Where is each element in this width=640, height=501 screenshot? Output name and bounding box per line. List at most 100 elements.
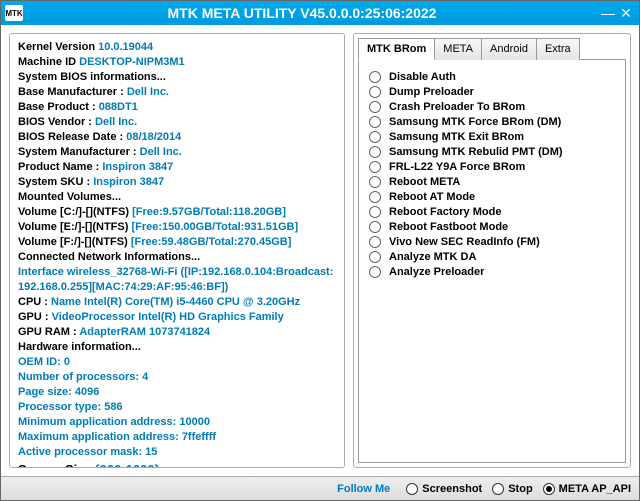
radio-icon — [369, 146, 381, 158]
info-value: Minimum application address: 10000 — [18, 416, 210, 428]
info-label: Volume [E:/]-[](NTFS) — [18, 221, 131, 233]
info-value: Name Intel(R) Core(TM) i5-4460 CPU @ 3.2… — [51, 296, 300, 308]
action-label: Reboot AT Mode — [389, 191, 475, 203]
info-row: Active processor mask: 15 — [18, 445, 336, 460]
info-row: Volume [C:/]-[](NTFS) [Free:9.57GB/Total… — [18, 205, 336, 220]
info-row: Volume [E:/]-[](NTFS) [Free:150.00GB/Tot… — [18, 220, 336, 235]
info-row: Base Product : 088DT1 — [18, 100, 336, 115]
info-value: Inspiron 3847 — [102, 161, 173, 173]
action-label: Reboot META — [389, 176, 460, 188]
radio-icon — [369, 161, 381, 173]
radio-icon — [369, 101, 381, 113]
action-label: Samsung MTK Rebulid PMT (DM) — [389, 146, 563, 158]
window-title: MTK META UTILITY V45.0.0.0:25:06:2022 — [5, 5, 599, 21]
info-row: GPU RAM : AdapterRAM 1073741824 — [18, 325, 336, 340]
action-reboot-meta[interactable]: Reboot META — [369, 176, 615, 188]
action-samsung-mtk-rebulid-pmt-dm-[interactable]: Samsung MTK Rebulid PMT (DM) — [369, 146, 615, 158]
info-value: [Free:59.48GB/Total:270.45GB] — [131, 236, 292, 248]
action-crash-preloader-to-brom[interactable]: Crash Preloader To BRom — [369, 101, 615, 113]
info-label: Volume [C:/]-[](NTFS) — [18, 206, 132, 218]
info-label: BIOS Release Date : — [18, 131, 126, 143]
screen-size-label: Screen Size — [18, 462, 95, 468]
info-row: System SKU : Inspiron 3847 — [18, 175, 336, 190]
info-label: BIOS Vendor : — [18, 116, 95, 128]
action-label: Vivo New SEC ReadInfo (FM) — [389, 236, 540, 248]
action-label: FRL-L22 Y9A Force BRom — [389, 161, 525, 173]
info-label: GPU RAM : — [18, 326, 79, 338]
action-analyze-preloader[interactable]: Analyze Preloader — [369, 266, 615, 278]
footer-option-label: Stop — [508, 483, 532, 495]
info-value: Number of processors: 4 — [18, 371, 148, 383]
minimize-icon[interactable]: — — [599, 4, 617, 22]
action-label: Analyze Preloader — [389, 266, 484, 278]
radio-icon — [369, 191, 381, 203]
info-row: OEM ID: 0 — [18, 355, 336, 370]
tab-bar: MTK BRomMETAAndroidExtra — [358, 38, 626, 60]
info-label: Volume [F:/]-[](NTFS) — [18, 236, 131, 248]
footer-option-screenshot[interactable]: Screenshot — [406, 483, 482, 495]
action-samsung-mtk-exit-brom[interactable]: Samsung MTK Exit BRom — [369, 131, 615, 143]
info-row: Number of processors: 4 — [18, 370, 336, 385]
action-reboot-at-mode[interactable]: Reboot AT Mode — [369, 191, 615, 203]
info-row: 192.168.0.255][MAC:74:29:AF:95:46:BF]) — [18, 280, 336, 295]
action-dump-preloader[interactable]: Dump Preloader — [369, 86, 615, 98]
radio-icon — [543, 483, 555, 495]
action-label: Crash Preloader To BRom — [389, 101, 525, 113]
info-value: OEM ID: 0 — [18, 356, 70, 368]
close-icon[interactable]: ✕ — [617, 4, 635, 22]
radio-icon — [369, 131, 381, 143]
info-row: Processor type: 586 — [18, 400, 336, 415]
action-label: Reboot Factory Mode — [389, 206, 501, 218]
info-label: GPU : — [18, 311, 52, 323]
info-row: System Manufacturer : Dell Inc. — [18, 145, 336, 160]
footer-option-label: Screenshot — [422, 483, 482, 495]
action-label: Samsung MTK Force BRom (DM) — [389, 116, 561, 128]
info-row: Base Manufacturer : Dell Inc. — [18, 85, 336, 100]
tab-body-mtk-brom: Disable Auth Dump Preloader Crash Preloade… — [358, 59, 626, 463]
footer-option-stop[interactable]: Stop — [492, 483, 532, 495]
info-row: Machine ID DESKTOP-NIPM3M1 — [18, 55, 336, 70]
info-label: Base Product : — [18, 101, 99, 113]
follow-me-link[interactable]: Follow Me — [337, 483, 390, 495]
radio-icon — [369, 71, 381, 83]
info-row: BIOS Release Date : 08/18/2014 — [18, 130, 336, 145]
info-row: Connected Network Informations... — [18, 250, 336, 265]
tab-mtk-brom[interactable]: MTK BRom — [358, 38, 435, 60]
info-value: Processor type: 586 — [18, 401, 123, 413]
info-value: 08/18/2014 — [126, 131, 181, 143]
info-value: Dell Inc. — [127, 86, 169, 98]
info-row: Minimum application address: 10000 — [18, 415, 336, 430]
radio-icon — [369, 266, 381, 278]
action-frl-l22-y9a-force-brom[interactable]: FRL-L22 Y9A Force BRom — [369, 161, 615, 173]
info-value: Dell Inc. — [140, 146, 182, 158]
info-value: Inspiron 3847 — [93, 176, 164, 188]
action-reboot-fastboot-mode[interactable]: Reboot Fastboot Mode — [369, 221, 615, 233]
action-label: Disable Auth — [389, 71, 456, 83]
action-vivo-new-sec-readinfo-fm-[interactable]: Vivo New SEC ReadInfo (FM) — [369, 236, 615, 248]
actions-panel: MTK BRomMETAAndroidExtra Disable Auth Dum… — [353, 33, 631, 468]
titlebar: MTK MTK META UTILITY V45.0.0.0:25:06:202… — [1, 1, 639, 25]
info-row: Maximum application address: 7ffeffff — [18, 430, 336, 445]
info-row: Product Name : Inspiron 3847 — [18, 160, 336, 175]
info-value: AdapterRAM 1073741824 — [79, 326, 210, 338]
radio-icon — [369, 176, 381, 188]
action-samsung-mtk-force-brom-dm-[interactable]: Samsung MTK Force BRom (DM) — [369, 116, 615, 128]
radio-icon — [369, 206, 381, 218]
footer-option-label: META AP_API — [559, 483, 631, 495]
action-disable-auth[interactable]: Disable Auth — [369, 71, 615, 83]
action-label: Samsung MTK Exit BRom — [389, 131, 524, 143]
info-label: System SKU : — [18, 176, 93, 188]
info-label: Machine ID — [18, 56, 79, 68]
action-analyze-mtk-da[interactable]: Analyze MTK DA — [369, 251, 615, 263]
radio-icon — [369, 236, 381, 248]
info-row: Volume [F:/]-[](NTFS) [Free:59.48GB/Tota… — [18, 235, 336, 250]
footer-option-meta-ap-api[interactable]: META AP_API — [543, 483, 631, 495]
tab-android[interactable]: Android — [481, 38, 537, 60]
tab-extra[interactable]: Extra — [536, 38, 580, 60]
info-value: 088DT1 — [99, 101, 138, 113]
screen-size-value: {900:1600} — [95, 462, 160, 468]
radio-icon — [369, 221, 381, 233]
action-reboot-factory-mode[interactable]: Reboot Factory Mode — [369, 206, 615, 218]
tab-meta[interactable]: META — [434, 38, 482, 60]
info-value: [Free:150.00GB/Total:931.51GB] — [131, 221, 298, 233]
